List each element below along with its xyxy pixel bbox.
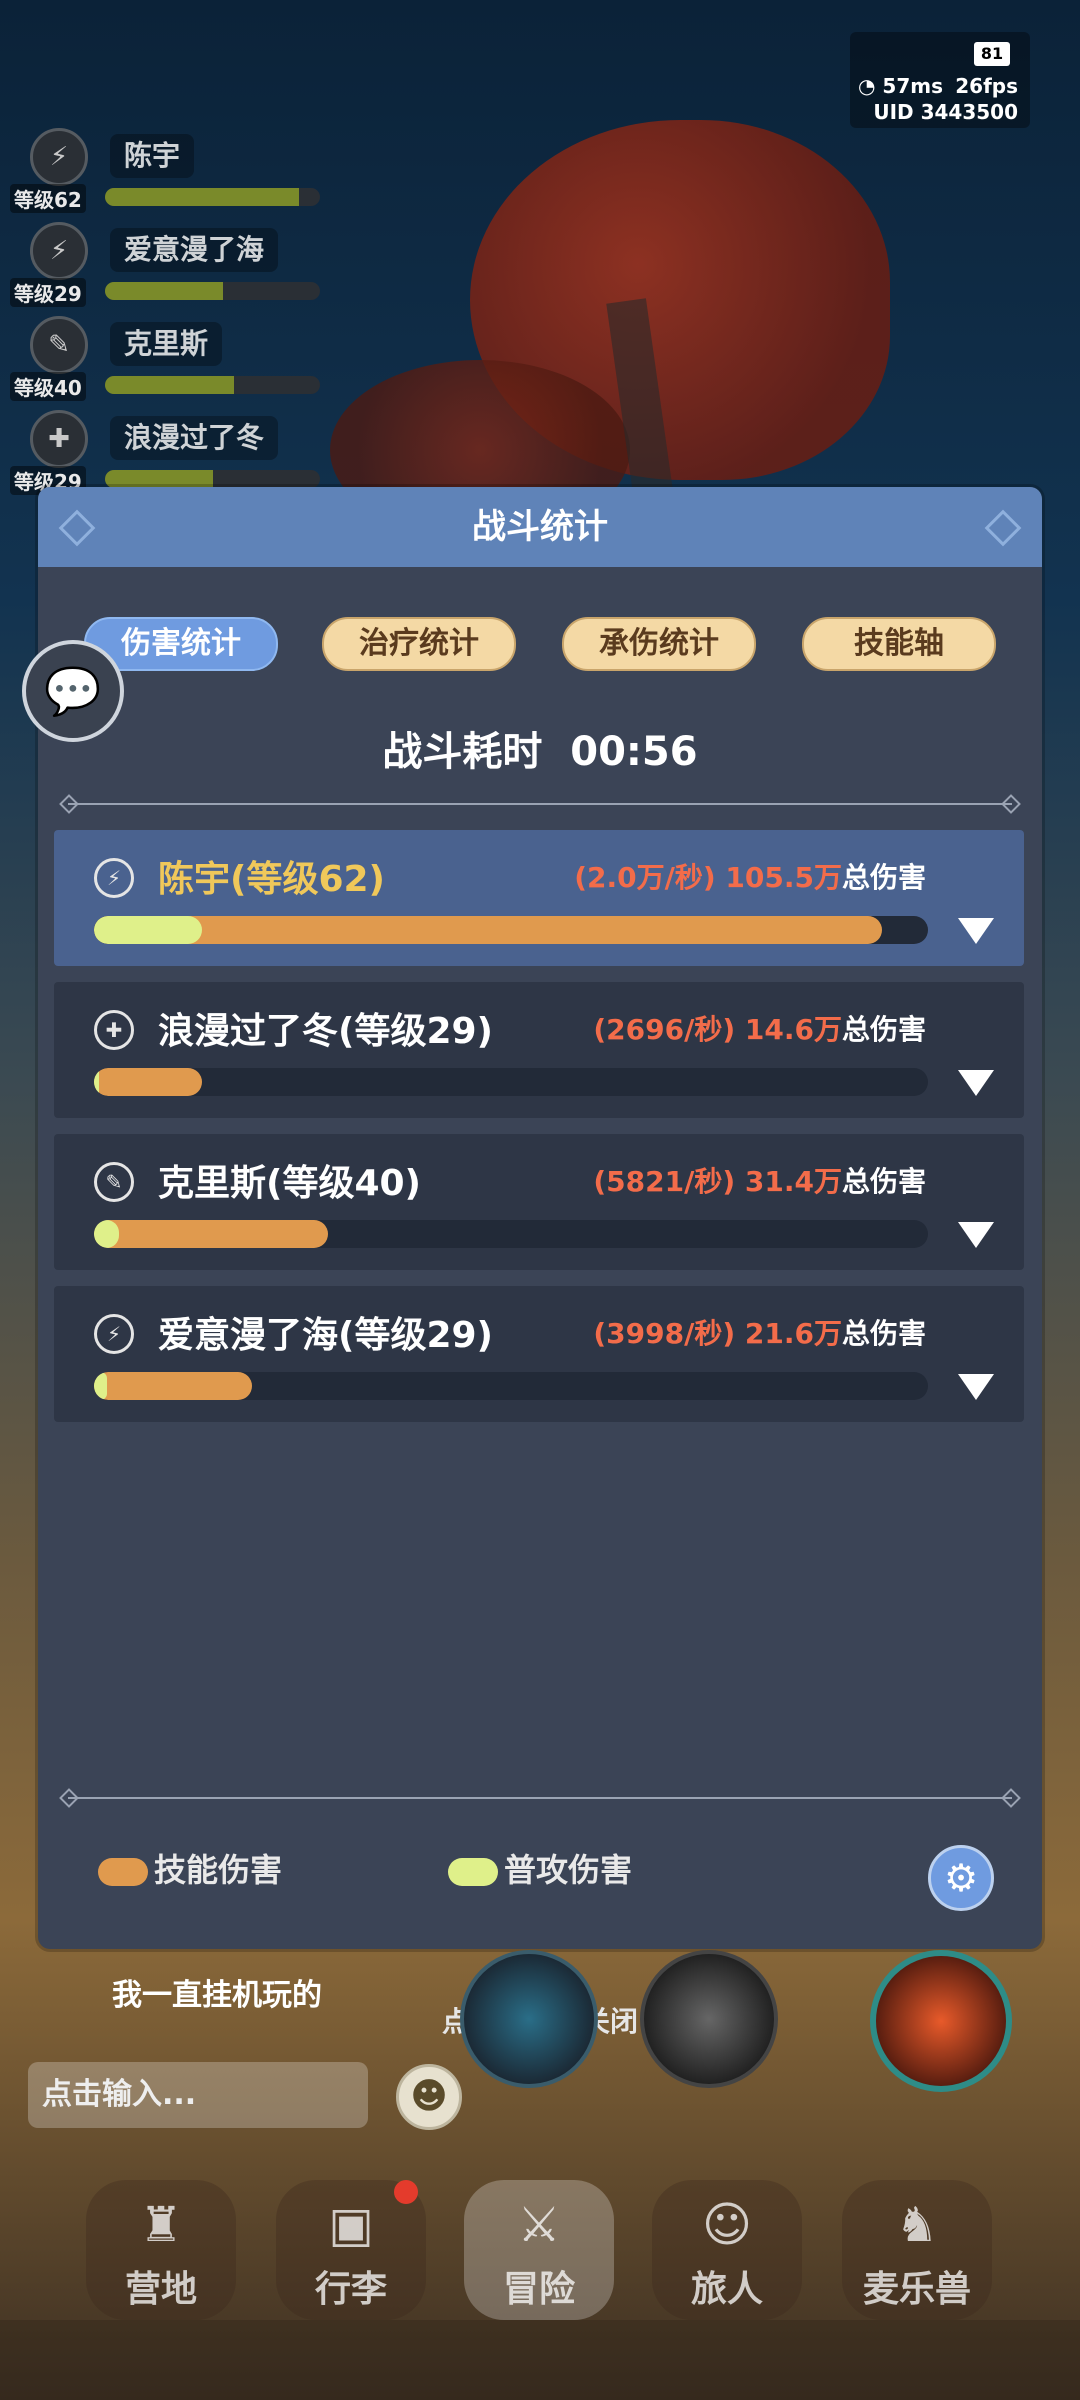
hero-portrait[interactable] — [870, 1950, 1012, 2092]
expand-arrow-icon[interactable] — [958, 1070, 994, 1096]
class-icon: ✎ — [94, 1162, 134, 1202]
settings-gear-icon[interactable]: ⚙ — [928, 1845, 994, 1911]
damage-row[interactable]: ⚡ 陈宇(等级62) (2.0万/秒) 105.5万总伤害 — [54, 830, 1024, 966]
party-member[interactable]: ✎ 克里斯 等级40 — [10, 316, 330, 406]
fox-icon: ♞ — [895, 2197, 939, 2253]
damage-stats: (2696/秒) 14.6万总伤害 — [593, 1013, 926, 1046]
party-member[interactable]: ⚡ 陈宇 等级62 — [10, 128, 330, 218]
nav-camp[interactable]: ♜ 营地 — [86, 2180, 236, 2320]
fps-readout: 26fps — [955, 74, 1018, 98]
tab-damage-taken[interactable]: 承伤统计 — [562, 617, 756, 671]
party-member-name: 浪漫过了冬 — [110, 416, 279, 460]
player-name: 爱意漫了海(等级29) — [158, 1315, 494, 1356]
hp-bar — [105, 188, 320, 206]
class-icon: ⚡ — [30, 128, 88, 186]
nav-beasts[interactable]: ♞ 麦乐兽 — [842, 2180, 992, 2320]
player-name: 陈宇(等级62) — [158, 859, 386, 900]
hp-bar — [105, 470, 320, 488]
nav-travelers[interactable]: ☺ 旅人 — [652, 2180, 802, 2320]
hp-bar — [105, 376, 320, 394]
expand-arrow-icon[interactable] — [958, 1374, 994, 1400]
class-icon: ✚ — [30, 410, 88, 468]
battle-stats-panel: 战斗统计 伤害统计 治疗统计 承伤统计 技能轴 战斗耗时 00:56 ⚡ 陈宇(… — [38, 487, 1042, 1949]
damage-stats: (2.0万/秒) 105.5万总伤害 — [574, 861, 926, 894]
damage-bar — [94, 1372, 928, 1400]
damage-bar — [94, 1068, 928, 1096]
player-name: 克里斯(等级40) — [158, 1163, 422, 1204]
legend-normal-damage: 普攻伤害 — [448, 1845, 632, 1891]
damage-stats: (3998/秒) 21.6万总伤害 — [593, 1317, 926, 1350]
castle-icon: ♜ — [139, 2197, 183, 2253]
party-member-name: 克里斯 — [110, 322, 223, 366]
chat-bubble-icon[interactable]: 💬 — [22, 640, 124, 742]
tab-healing[interactable]: 治疗统计 — [322, 617, 516, 671]
party-member-level: 等级29 — [10, 278, 86, 307]
panel-title: 战斗统计 — [38, 487, 1042, 567]
hero-portrait[interactable] — [460, 1950, 598, 2088]
swords-icon: ⚔ — [517, 2197, 561, 2253]
class-icon: ✚ — [94, 1010, 134, 1050]
party-member-name: 爱意漫了海 — [110, 228, 279, 272]
damage-row[interactable]: ✚ 浪漫过了冬(等级29) (2696/秒) 14.6万总伤害 — [54, 982, 1024, 1118]
expand-arrow-icon[interactable] — [958, 918, 994, 944]
damage-row[interactable]: ⚡ 爱意漫了海(等级29) (3998/秒) 21.6万总伤害 — [54, 1286, 1024, 1422]
battery-indicator: 81 — [974, 42, 1010, 66]
uid-readout: UID 3443500 — [873, 100, 1018, 124]
party-member-name: 陈宇 — [110, 134, 195, 178]
party-member-level: 等级40 — [10, 372, 86, 401]
legend-skill-damage: 技能伤害 — [98, 1845, 282, 1891]
person-icon: ☺ — [701, 2197, 753, 2253]
emoji-icon[interactable]: ☻ — [396, 2064, 462, 2130]
status-overlay: 81 ◔ 57ms 26fps UID 3443500 — [850, 32, 1030, 128]
damage-stats: (5821/秒) 31.4万总伤害 — [593, 1165, 926, 1198]
wifi-icon: ◔ — [858, 74, 883, 98]
tab-skill-timeline[interactable]: 技能轴 — [802, 617, 996, 671]
nav-adventure[interactable]: ⚔ 冒险 — [464, 2180, 614, 2320]
party-member[interactable]: ⚡ 爱意漫了海 等级29 — [10, 222, 330, 312]
damage-bar — [94, 916, 928, 944]
player-name: 浪漫过了冬(等级29) — [158, 1011, 494, 1052]
ping-readout: ◔ 57ms — [858, 74, 943, 98]
nav-luggage[interactable]: ▣ 行李 — [276, 2180, 426, 2320]
footer-bar — [0, 2320, 1080, 2400]
class-icon: ✎ — [30, 316, 88, 374]
damage-bar — [94, 1220, 928, 1248]
divider — [68, 803, 1012, 805]
notification-badge — [394, 2180, 418, 2204]
hero-portrait[interactable] — [640, 1950, 778, 2088]
hp-bar — [105, 282, 320, 300]
party-member-level: 等级62 — [10, 184, 86, 213]
class-icon: ⚡ — [94, 1314, 134, 1354]
battle-duration: 战斗耗时 00:56 — [382, 729, 698, 775]
class-icon: ⚡ — [94, 858, 134, 898]
expand-arrow-icon[interactable] — [958, 1222, 994, 1248]
damage-row[interactable]: ✎ 克里斯(等级40) (5821/秒) 31.4万总伤害 — [54, 1134, 1024, 1270]
class-icon: ⚡ — [30, 222, 88, 280]
divider — [68, 1797, 1012, 1799]
chat-input[interactable]: 点击输入... — [28, 2062, 368, 2128]
